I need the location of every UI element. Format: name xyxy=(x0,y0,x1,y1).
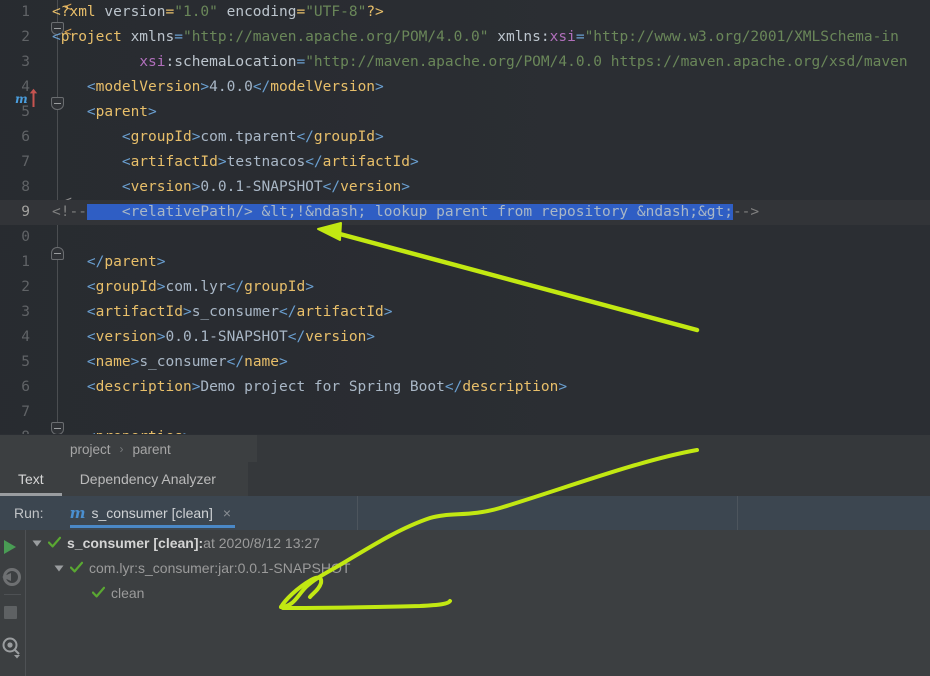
code-line[interactable]: 4 <modelVersion>4.0.0</modelVersion> xyxy=(0,75,930,100)
line-number: 8 xyxy=(0,425,30,434)
line-number: 3 xyxy=(21,54,30,70)
stop-button[interactable] xyxy=(0,600,25,626)
line-number: 5 xyxy=(21,104,30,120)
breadcrumb-separator-icon: › xyxy=(119,442,124,456)
tab-text-label: Text xyxy=(18,471,44,487)
code-line[interactable]: 1 </parent> xyxy=(0,250,930,275)
breadcrumb-item-parent[interactable]: parent xyxy=(133,442,171,457)
tree-row-detail: com.lyr:s_consumer:jar:0.0.1-SNAPSHOT xyxy=(89,559,351,576)
editor-view-tabs[interactable]: Text Dependency Analyzer xyxy=(0,462,930,496)
success-check-icon xyxy=(48,536,61,548)
code-line[interactable]: 5 <name>s_consumer</name> xyxy=(0,350,930,375)
line-number: 6 xyxy=(21,129,30,145)
code-line-text: <artifactId>testnacos</artifactId> xyxy=(52,154,419,170)
rerun-failed-tests-button[interactable] xyxy=(0,564,25,590)
success-check-icon xyxy=(70,561,83,573)
run-window-label: Run: xyxy=(14,505,44,521)
line-number: 1 xyxy=(21,4,30,20)
toggle-soft-wrap-button[interactable] xyxy=(0,634,25,660)
run-output-body: s_consumer [clean]: at 2020/8/12 13:27 co… xyxy=(0,530,930,676)
code-line-text: <version>0.0.1-SNAPSHOT</version> xyxy=(52,329,376,345)
run-tool-window-header: Run: m s_consumer [clean] × xyxy=(0,496,930,531)
ide-window: m < < < 1<?xml version="1.0" encoding="U… xyxy=(0,0,930,676)
tree-row[interactable]: clean xyxy=(25,580,930,605)
code-line-text: <!-- <relativePath/> &lt;!&ndash; lookup… xyxy=(52,204,760,220)
line-number: 0 xyxy=(21,229,30,245)
code-line-text: <version>0.0.1-SNAPSHOT</version> xyxy=(52,179,410,195)
code-line[interactable]: 3 xsi:schemaLocation="http://maven.apach… xyxy=(0,50,930,75)
code-line-text: <project xmlns="http://maven.apache.org/… xyxy=(52,29,899,45)
code-line-text: xsi:schemaLocation="http://maven.apache.… xyxy=(139,54,908,70)
code-line[interactable]: 0 xyxy=(0,225,930,250)
line-number: 2 xyxy=(21,29,30,45)
line-number: 4 xyxy=(21,329,30,345)
breadcrumb-item-project[interactable]: project xyxy=(70,442,111,457)
code-line[interactable]: 2 <groupId>com.lyr</groupId> xyxy=(0,275,930,300)
tree-row-detail: clean xyxy=(111,584,145,601)
line-number: 4 xyxy=(21,79,30,95)
tree-row[interactable]: com.lyr:s_consumer:jar:0.0.1-SNAPSHOT xyxy=(25,555,930,580)
line-number: 8 xyxy=(21,179,30,195)
line-number: 1 xyxy=(21,254,30,270)
line-number: 9 xyxy=(21,204,30,220)
code-line-text: <description>Demo project for Spring Boo… xyxy=(52,379,568,395)
code-line[interactable]: 9 <!-- <relativePath/> &lt;!&ndash; looku… xyxy=(0,200,930,225)
code-lines[interactable]: 1 <?xml version="1.0" encoding="UTF-8"?> 2… xyxy=(0,0,930,434)
success-check-icon xyxy=(92,586,105,598)
tree-row[interactable]: s_consumer [clean]: at 2020/8/12 13:27 xyxy=(25,530,930,555)
code-line[interactable]: 7 xyxy=(0,400,930,425)
selected-text: <relativePath/> &lt;!&ndash; lookup pare… xyxy=(86,204,733,220)
code-line-text: <groupId>com.lyr</groupId> xyxy=(52,279,314,295)
tab-dependency-analyzer-label: Dependency Analyzer xyxy=(79,471,216,487)
code-line[interactable]: 3 <artifactId>s_consumer</artifactId> xyxy=(0,300,930,325)
code-line[interactable]: 6 <description>Demo project for Spring B… xyxy=(0,375,930,400)
code-line[interactable]: 1 <?xml version="1.0" encoding="UTF-8"?> xyxy=(0,0,930,25)
code-line-text: <properties> xyxy=(52,425,192,434)
code-line[interactable]: 5 <parent> xyxy=(0,100,930,125)
line-number: 3 xyxy=(21,304,30,320)
code-line-text: <modelVersion>4.0.0</modelVersion> xyxy=(52,79,384,95)
chevron-down-icon[interactable] xyxy=(53,562,65,574)
code-line[interactable]: 7 <artifactId>testnacos</artifactId> xyxy=(0,150,930,175)
chevron-down-icon[interactable] xyxy=(31,537,43,549)
code-line-text: </parent> xyxy=(52,254,166,270)
line-number: 7 xyxy=(21,154,30,170)
run-toolbar[interactable] xyxy=(0,530,26,676)
tree-row-detail: at 2020/8/12 13:27 xyxy=(203,534,320,551)
run-tool-window: Run: m s_consumer [clean] × s_consumer [… xyxy=(0,496,930,676)
maven-icon: m xyxy=(69,504,86,522)
line-number: 5 xyxy=(21,354,30,370)
run-config-tab-s-consumer-clean[interactable]: m s_consumer [clean] × xyxy=(64,496,241,530)
build-result-tree[interactable]: s_consumer [clean]: at 2020/8/12 13:27 co… xyxy=(25,530,930,676)
line-number: 7 xyxy=(21,404,30,420)
breadcrumb[interactable]: project › parent xyxy=(0,434,930,463)
line-number: 2 xyxy=(21,279,30,295)
code-line-text: <groupId>com.tparent</groupId> xyxy=(52,129,384,145)
line-number: 6 xyxy=(21,379,30,395)
code-line-text: <artifactId>s_consumer</artifactId> xyxy=(52,304,393,320)
code-line-text: <parent> xyxy=(52,104,157,120)
code-line[interactable]: 4 <version>0.0.1-SNAPSHOT</version> xyxy=(0,325,930,350)
tab-text[interactable]: Text xyxy=(0,462,62,496)
run-config-tab-label: s_consumer [clean] xyxy=(91,505,213,521)
code-line[interactable]: 8 <properties> xyxy=(0,425,930,434)
code-line[interactable]: 8 <version>0.0.1-SNAPSHOT</version> xyxy=(0,175,930,200)
code-line-text: <name>s_consumer</name> xyxy=(52,354,288,370)
code-line-text: <?xml version="1.0" encoding="UTF-8"?> xyxy=(52,4,384,20)
close-icon[interactable]: × xyxy=(223,505,231,521)
tree-row-title: s_consumer [clean]: xyxy=(67,534,204,551)
code-line[interactable]: 6 <groupId>com.tparent</groupId> xyxy=(0,125,930,150)
tab-dependency-analyzer[interactable]: Dependency Analyzer xyxy=(62,462,234,496)
code-line[interactable]: 2 <project xmlns="http://maven.apache.org… xyxy=(0,25,930,50)
code-editor[interactable]: m < < < 1<?xml version="1.0" encoding="U… xyxy=(0,0,930,434)
rerun-button[interactable] xyxy=(0,534,25,560)
